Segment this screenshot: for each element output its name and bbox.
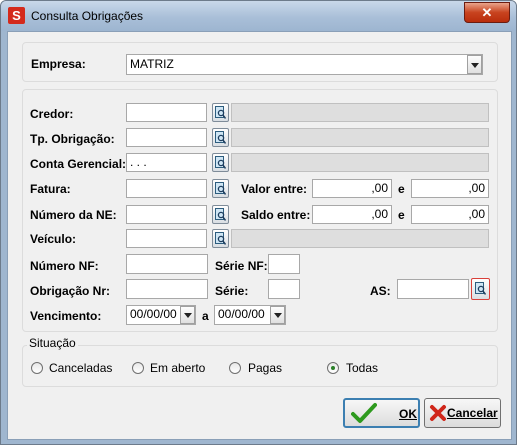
conta-gerencial-label: Conta Gerencial: <box>30 157 127 171</box>
close-button[interactable]: ✕ <box>464 2 510 23</box>
valor-entre-separator: e <box>398 182 405 196</box>
valor-entre-to-input[interactable]: ,00 <box>411 179 489 198</box>
situacao-radio-canceladas[interactable] <box>31 362 43 374</box>
saldo-entre-label: Saldo entre: <box>241 208 311 222</box>
conta-gerencial-lookup-button[interactable] <box>212 153 229 172</box>
valor-entre-from-input[interactable]: ,00 <box>312 179 392 198</box>
credor-input[interactable] <box>126 103 207 122</box>
obrigacao-nr-input[interactable] <box>126 279 208 299</box>
as-lookup-button[interactable] <box>471 278 490 300</box>
title-bar[interactable]: S Consulta Obrigações ✕ <box>1 1 516 31</box>
window-title: Consulta Obrigações <box>31 9 144 23</box>
cancel-button[interactable]: Cancelar <box>424 398 501 428</box>
search-lookup-icon <box>215 182 226 195</box>
ok-button[interactable]: OK <box>343 398 420 428</box>
situacao-option-label[interactable]: Em aberto <box>150 361 205 375</box>
fatura-lookup-button[interactable] <box>212 179 229 198</box>
situacao-label: Situação <box>27 336 78 350</box>
situacao-option-label[interactable]: Todas <box>346 361 378 375</box>
credor-lookup-button[interactable] <box>212 103 229 122</box>
search-lookup-icon <box>215 232 226 245</box>
serie-nf-input[interactable] <box>268 254 300 274</box>
dialog-body: Empresa: MATRIZ Credor: Tp. Obrigação: C… <box>7 31 512 440</box>
search-lookup-icon <box>215 131 226 144</box>
situacao-radio-pagas[interactable] <box>229 362 241 374</box>
credor-label: Credor: <box>30 107 74 121</box>
empresa-dropdown-button[interactable] <box>467 55 482 74</box>
numero-ne-lookup-button[interactable] <box>212 205 229 224</box>
conta-gerencial-input[interactable]: . . . <box>126 153 207 172</box>
search-lookup-icon <box>475 282 486 295</box>
numero-ne-input[interactable] <box>126 205 207 224</box>
numero-nf-label: Número NF: <box>30 259 99 273</box>
situacao-radio-em-aberto[interactable] <box>132 362 144 374</box>
numero-nf-input[interactable] <box>126 254 208 274</box>
veiculo-input[interactable] <box>126 229 207 248</box>
cancel-button-label: Cancelar <box>447 406 498 420</box>
situacao-option-label[interactable]: Pagas <box>248 361 282 375</box>
tp-obrigacao-lookup-button[interactable] <box>212 128 229 147</box>
search-lookup-icon <box>215 106 226 119</box>
empresa-label: Empresa: <box>31 57 86 71</box>
fatura-input[interactable] <box>126 179 207 198</box>
veiculo-lookup-button[interactable] <box>212 229 229 248</box>
veiculo-label: Veículo: <box>30 232 77 246</box>
veiculo-description <box>231 229 489 248</box>
vencimento-separator: a <box>202 309 209 323</box>
credor-description <box>231 103 489 122</box>
vencimento-to-dropdown-button[interactable] <box>270 306 285 324</box>
serie-input[interactable] <box>268 279 300 299</box>
valor-entre-label: Valor entre: <box>241 182 308 196</box>
saldo-entre-from-input[interactable]: ,00 <box>312 205 392 224</box>
conta-gerencial-description <box>231 153 489 172</box>
situacao-radio-todas[interactable] <box>327 362 339 374</box>
search-lookup-icon <box>215 156 226 169</box>
vencimento-label: Vencimento: <box>30 309 102 323</box>
vencimento-from-dropdown-button[interactable] <box>180 306 195 324</box>
tp-obrigacao-label: Tp. Obrigação: <box>30 132 115 146</box>
dialog-window: S Consulta Obrigações ✕ Empresa: MATRIZ … <box>0 0 517 445</box>
app-logo-icon: S <box>8 7 25 24</box>
empresa-select[interactable]: MATRIZ <box>126 54 483 75</box>
situacao-option-label[interactable]: Canceladas <box>49 361 112 375</box>
search-lookup-icon <box>215 208 226 221</box>
checkmark-icon <box>351 403 377 423</box>
tp-obrigacao-input[interactable] <box>126 128 207 147</box>
as-input[interactable] <box>397 279 469 299</box>
ok-button-label: OK <box>399 407 417 421</box>
obrigacao-nr-label: Obrigação Nr: <box>30 284 111 298</box>
serie-label: Série: <box>215 284 249 298</box>
saldo-entre-separator: e <box>398 208 405 222</box>
tp-obrigacao-description <box>231 128 489 147</box>
fatura-label: Fatura: <box>30 182 71 196</box>
as-label: AS: <box>370 284 391 298</box>
cancel-x-icon <box>430 405 446 421</box>
saldo-entre-to-input[interactable]: ,00 <box>411 205 489 224</box>
numero-ne-label: Número da NE: <box>30 208 117 222</box>
serie-nf-label: Série NF: <box>215 259 268 273</box>
